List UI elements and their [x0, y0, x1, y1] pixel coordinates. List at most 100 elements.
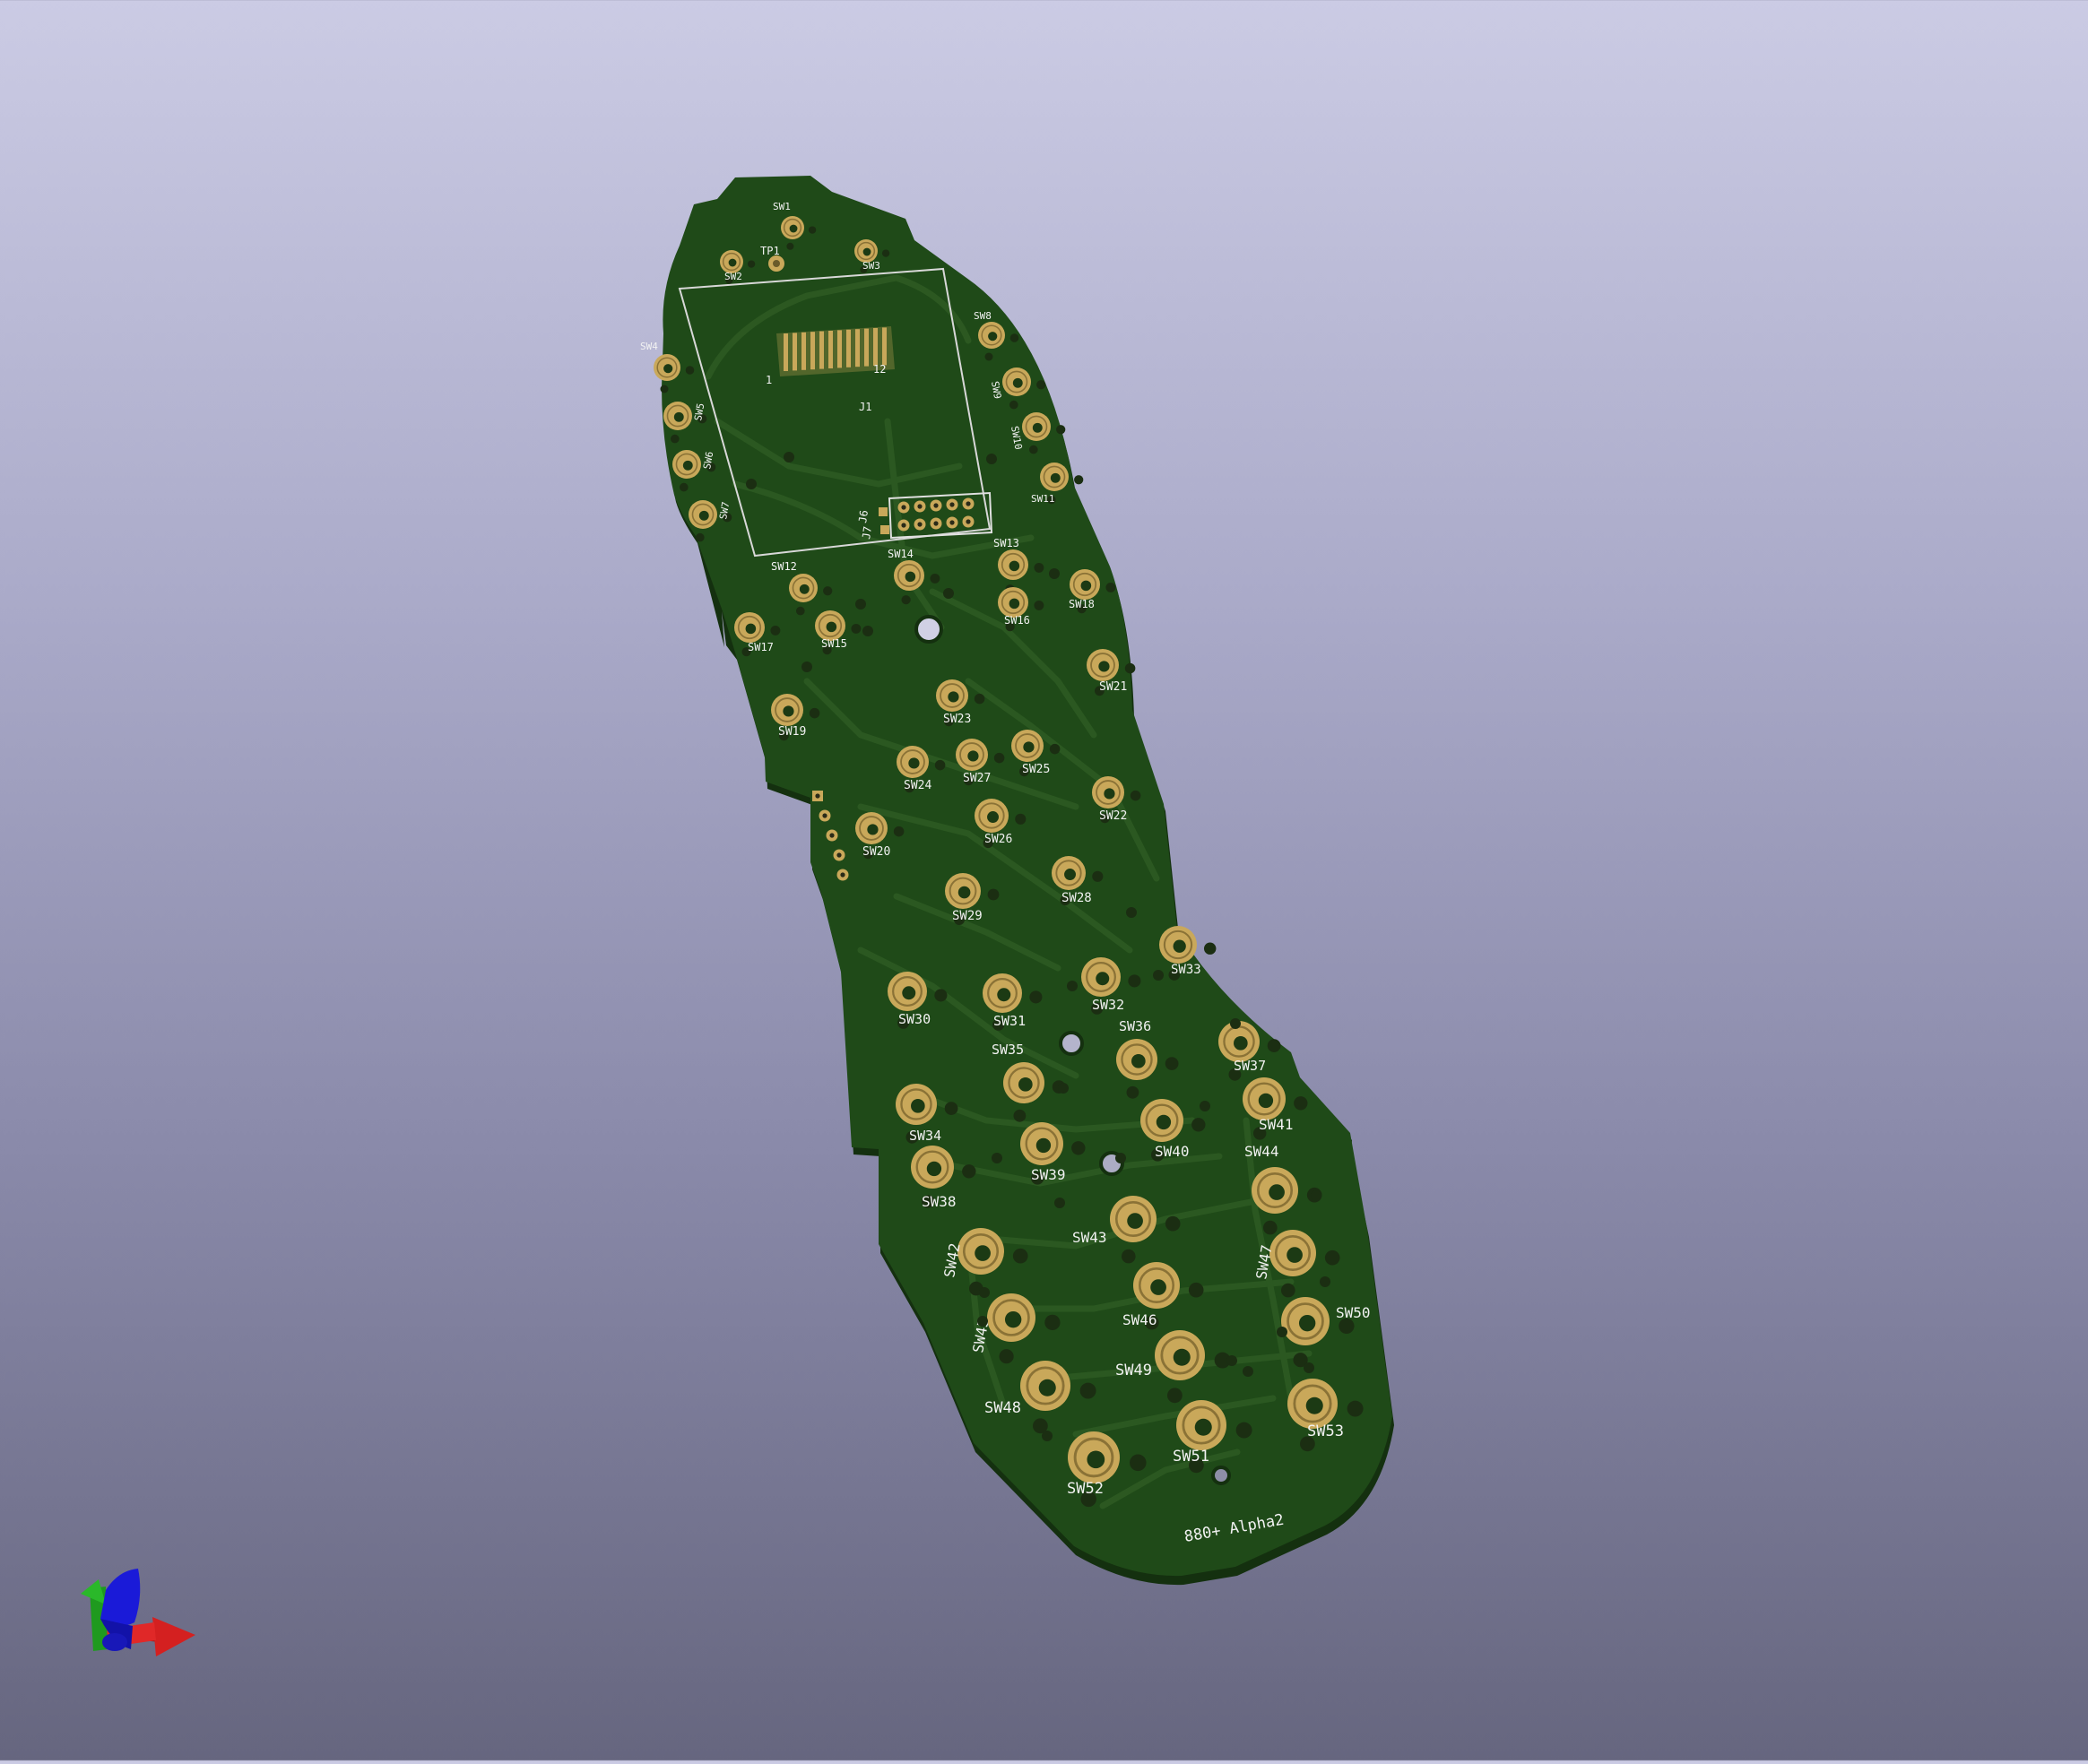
j7-pad: [880, 525, 889, 534]
via-hole: [1167, 1388, 1183, 1404]
pad-drill: [1298, 1314, 1316, 1332]
pad-drill: [783, 705, 794, 717]
pad-drill: [1305, 1396, 1323, 1414]
via-hole: [671, 434, 680, 444]
via-hole: [809, 707, 820, 719]
switch-label-sw4: SW4: [640, 341, 658, 352]
via-hole: [977, 1316, 988, 1327]
pad-drill: [1234, 1036, 1248, 1051]
via-hole: [1029, 990, 1043, 1004]
switch-label-sw37: SW37: [1234, 1058, 1266, 1074]
j1-pin: [864, 328, 869, 367]
pad-drill: [1269, 1184, 1285, 1200]
3d-viewer-canvas[interactable]: 1 12 J1 J6 J7 TP1 SW1 SW2 SW3 SW4 SW5 SW6 SW7 S…: [0, 0, 2088, 1760]
via-hole: [1165, 1215, 1181, 1232]
via-hole: [881, 249, 890, 257]
switch-label-sw15: SW15: [821, 637, 847, 650]
via-hole: [1230, 1018, 1241, 1029]
switch-label-sw19: SW19: [778, 725, 806, 739]
pad-drill: [728, 258, 737, 267]
switch-label-sw14: SW14: [888, 548, 914, 560]
via-hole: [1049, 743, 1061, 755]
via-hole: [1263, 1220, 1278, 1235]
pad-drill: [1096, 972, 1110, 986]
via-hole: [1122, 1249, 1136, 1264]
pad-drill: [826, 621, 837, 633]
pad-drill: [908, 757, 920, 769]
via-hole: [1042, 1431, 1053, 1441]
j1-pin: [801, 332, 806, 370]
pad-drill: [1150, 1279, 1166, 1295]
j1-pin: [855, 329, 860, 368]
axes-gizmo[interactable]: [81, 1569, 195, 1656]
pad-drill: [905, 571, 916, 583]
via-hole: [1165, 1057, 1179, 1070]
via-hole: [934, 989, 948, 1002]
switch-label-sw22: SW22: [1099, 809, 1127, 823]
via-hole: [984, 352, 993, 361]
switch-label-sw27: SW27: [963, 772, 991, 785]
via-hole: [1012, 1248, 1028, 1264]
pad-drill: [1087, 1450, 1105, 1469]
via-hole: [1324, 1250, 1340, 1266]
switch-label-sw38: SW38: [922, 1193, 957, 1210]
j7-label: J7: [860, 525, 874, 540]
switch-label-sw29: SW29: [952, 909, 983, 923]
pad-drill: [1012, 377, 1023, 388]
pad-drill: [799, 584, 810, 594]
via-hole: [1267, 1039, 1281, 1052]
via-hole: [1115, 1153, 1126, 1163]
switch-label-sw17: SW17: [748, 641, 774, 653]
switch-label-sw16: SW16: [1004, 614, 1030, 627]
via-hole: [944, 1102, 958, 1115]
via-hole: [1153, 970, 1164, 981]
via-hole: [962, 1164, 976, 1179]
switch-label-sw50: SW50: [1336, 1304, 1371, 1321]
j1-pin: [819, 331, 824, 369]
j1-pin: [784, 333, 788, 371]
pad-drill: [745, 623, 757, 635]
pad-drill: [1080, 580, 1092, 592]
switch-label-sw20: SW20: [862, 845, 890, 859]
pad-drill: [1287, 1247, 1303, 1263]
pad-drill: [1131, 1054, 1146, 1068]
via-hole: [1049, 568, 1060, 579]
switch-label-sw43: SW43: [1072, 1229, 1107, 1246]
via-hole: [784, 452, 794, 463]
via-hole: [1074, 475, 1084, 485]
pad-drill: [682, 460, 693, 471]
pad-drill: [867, 824, 879, 835]
switch-label-sw39: SW39: [1031, 1166, 1066, 1183]
via-hole: [680, 482, 689, 492]
via-hole: [1188, 1282, 1204, 1298]
via-hole: [979, 1287, 990, 1298]
via-hole: [901, 595, 911, 605]
via-hole: [862, 626, 873, 636]
via-hole: [1191, 1118, 1206, 1132]
via-hole: [796, 606, 805, 616]
pad-drill: [789, 224, 798, 233]
switch-label-sw53: SW53: [1307, 1422, 1344, 1440]
via-hole: [930, 573, 940, 584]
via-hole: [986, 454, 997, 464]
pad-drill: [1018, 1077, 1033, 1092]
via-hole: [1029, 445, 1038, 454]
switch-label-sw21: SW21: [1099, 680, 1127, 694]
pcb-3d-view[interactable]: 1 12 J1 J6 J7 TP1 SW1SW2SW3SW4SW5SW6SW7S…: [0, 0, 2088, 1760]
tp1-label: TP1: [760, 245, 780, 257]
pin1-label: 1: [766, 374, 772, 386]
via-hole: [1200, 1101, 1210, 1111]
via-hole: [993, 752, 1005, 764]
via-hole: [1347, 1400, 1364, 1417]
pad-drill: [1127, 1213, 1143, 1229]
switch-label-sw1: SW1: [773, 201, 791, 212]
pad-drill: [967, 750, 979, 762]
via-hole: [1013, 1109, 1027, 1122]
switch-label-sw44: SW44: [1244, 1143, 1279, 1160]
switch-label-sw8: SW8: [974, 310, 992, 322]
pad-drill: [1009, 560, 1020, 572]
pad-drill: [1032, 422, 1043, 433]
switch-label-sw25: SW25: [1022, 763, 1050, 776]
switch-label-sw2: SW2: [724, 271, 742, 282]
pad-drill: [987, 811, 999, 823]
